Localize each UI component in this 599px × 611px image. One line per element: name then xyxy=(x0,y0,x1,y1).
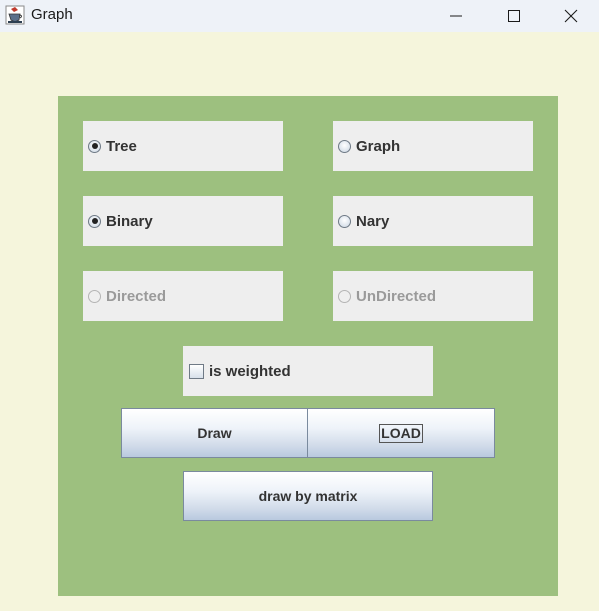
weighted-checkbox-icon[interactable] xyxy=(189,363,204,379)
binary-label: Binary xyxy=(106,212,153,230)
close-button[interactable] xyxy=(543,0,599,32)
load-button-label: LOAD xyxy=(379,423,423,443)
undirected-radio-icon xyxy=(338,289,351,303)
undirected-radio-option: UnDirected xyxy=(333,271,533,321)
draw-button[interactable]: Draw xyxy=(121,408,308,458)
tree-radio-icon[interactable] xyxy=(88,139,101,153)
java-cup-icon xyxy=(5,5,25,25)
load-button[interactable]: LOAD xyxy=(307,408,495,458)
undirected-label: UnDirected xyxy=(356,287,437,305)
binary-radio-option[interactable]: Binary xyxy=(83,196,283,246)
binary-radio-icon[interactable] xyxy=(88,214,101,228)
title-bar: Graph xyxy=(0,0,599,32)
directed-radio-icon xyxy=(88,289,101,303)
draw-by-matrix-button[interactable]: draw by matrix xyxy=(183,471,433,521)
graph-radio-option[interactable]: Graph xyxy=(333,121,533,171)
weighted-checkbox-option[interactable]: is weighted xyxy=(183,346,433,396)
maximize-button[interactable] xyxy=(485,0,543,32)
tree-radio-option[interactable]: Tree xyxy=(83,121,283,171)
tree-label: Tree xyxy=(106,137,137,155)
nary-label: Nary xyxy=(356,212,390,230)
window-title: Graph xyxy=(31,6,73,23)
nary-radio-icon[interactable] xyxy=(338,214,351,228)
nary-radio-option[interactable]: Nary xyxy=(333,196,533,246)
directed-label: Directed xyxy=(106,287,167,305)
options-panel: Tree Graph Binary Nary Directed UnDirect… xyxy=(58,96,558,596)
close-icon xyxy=(564,9,578,23)
weighted-label: is weighted xyxy=(209,362,291,380)
graph-label: Graph xyxy=(356,137,401,155)
minimize-icon xyxy=(450,15,462,17)
minimize-button[interactable] xyxy=(427,0,485,32)
draw-button-label: Draw xyxy=(197,425,232,441)
draw-by-matrix-label: draw by matrix xyxy=(258,488,358,504)
directed-radio-option: Directed xyxy=(83,271,283,321)
graph-radio-icon[interactable] xyxy=(338,139,351,153)
maximize-icon xyxy=(508,10,520,22)
